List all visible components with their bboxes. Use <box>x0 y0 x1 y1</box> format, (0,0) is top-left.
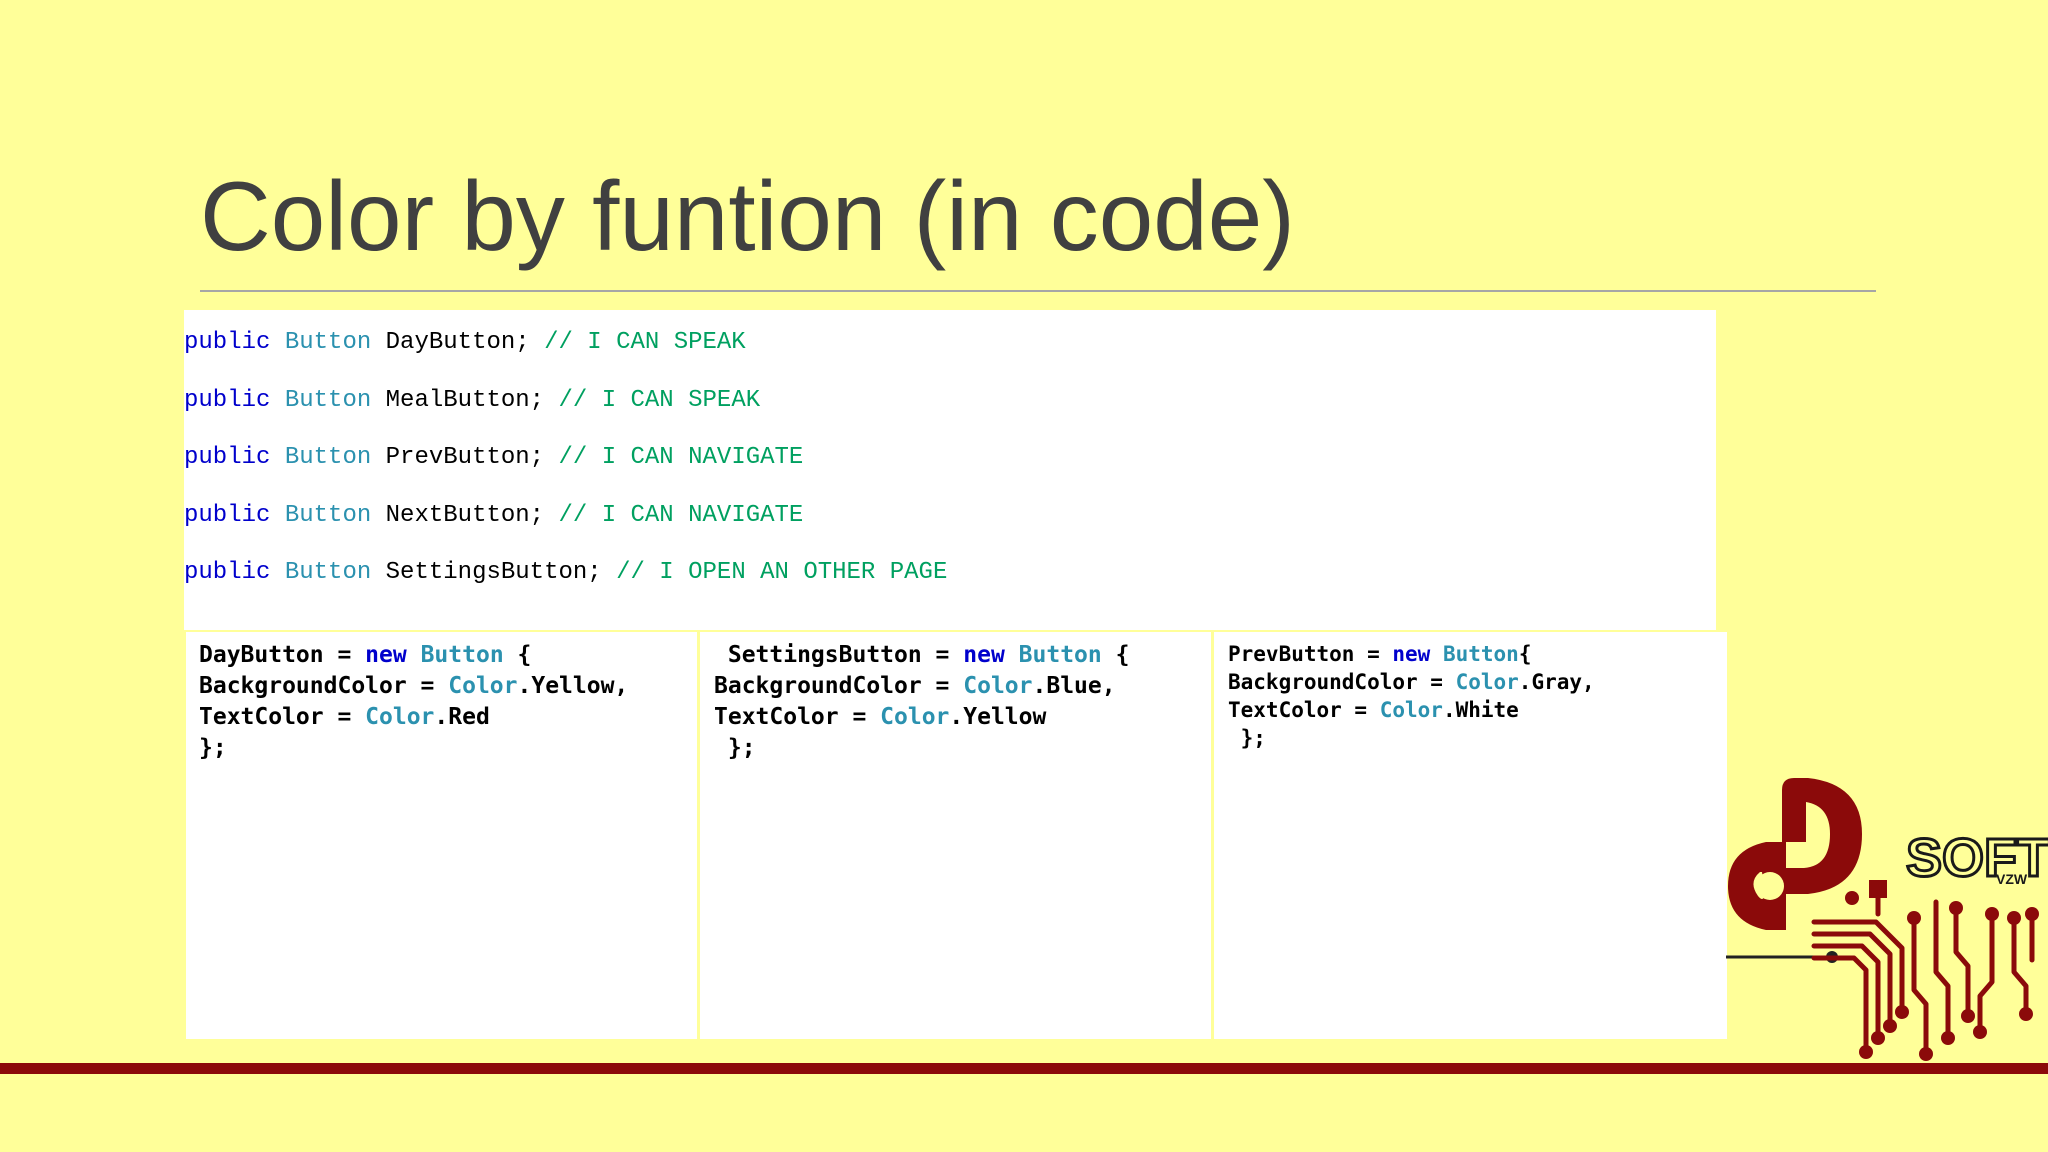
code-line: }; <box>199 735 227 761</box>
keyword: public <box>184 444 271 471</box>
keyword: new <box>365 642 407 668</box>
code-line: PrevButton = new Button{ <box>1228 640 1727 668</box>
code-line-next-button: public Button NextButton; // I CAN NAVIG… <box>184 487 1716 545</box>
code-text: TextColor = <box>714 704 881 730</box>
type-name: Color <box>448 673 518 699</box>
keyword: public <box>184 386 271 414</box>
code-comment: // I CAN SPEAK <box>544 329 746 356</box>
identifier: MealButton; <box>371 386 559 414</box>
code-text: .Gray, <box>1518 670 1595 694</box>
keyword: public <box>184 329 271 356</box>
slide-title: Color by funtion (in code) <box>200 161 1295 271</box>
keyword: public <box>184 501 271 529</box>
day-button-code-panel: DayButton = new Button { BackgroundColor… <box>186 632 697 1039</box>
code-line-prev-button: public Button PrevButton; // I CAN NAVIG… <box>184 429 1716 487</box>
dpsoft-logo: SOFT VZW <box>1726 778 2048 1061</box>
identifier: NextButton; <box>371 501 559 529</box>
code-line: BackgroundColor = Color.Blue, <box>714 671 1211 702</box>
code-text: { <box>503 642 532 668</box>
code-text: .Red <box>434 704 490 730</box>
code-line: }; <box>1228 726 1266 750</box>
code-text: .Yellow <box>949 704 1047 730</box>
identifier: DayButton; <box>371 329 545 356</box>
code-line: TextColor = Color.White <box>1228 696 1727 724</box>
code-text: TextColor = <box>199 704 366 730</box>
code-line-meal-button: public Button MealButton; // I CAN SPEAK <box>184 372 1716 430</box>
code-comment: // I CAN SPEAK <box>558 386 761 414</box>
footer-accent-bar <box>0 1063 2048 1074</box>
prev-button-code-panel: PrevButton = new Button{ BackgroundColor… <box>1214 632 1727 1039</box>
type-name: Button <box>1442 642 1519 666</box>
keyword: new <box>963 642 1005 668</box>
type-name: Color <box>880 704 950 730</box>
code-comment: // I OPEN AN OTHER PAGE <box>616 559 948 586</box>
type-name: Button <box>284 386 372 414</box>
code-text: PrevButton = <box>1228 642 1393 666</box>
code-line: }; <box>714 735 756 761</box>
code-line: TextColor = Color.Yellow <box>714 702 1211 733</box>
code-text: { <box>1101 642 1130 668</box>
keyword: new <box>1392 642 1431 666</box>
code-text: .White <box>1442 698 1519 722</box>
code-text: .Blue, <box>1032 673 1116 699</box>
code-text: SettingsButton = <box>714 642 964 668</box>
type-name: Button <box>284 329 372 356</box>
code-text: DayButton = <box>199 642 366 668</box>
code-line: BackgroundColor = Color.Yellow, <box>199 671 697 702</box>
code-line: TextColor = Color.Red <box>199 702 697 733</box>
code-comment: // I CAN NAVIGATE <box>558 444 804 471</box>
type-name: Button <box>284 501 372 529</box>
code-text: TextColor = <box>1228 698 1380 722</box>
code-text: BackgroundColor = <box>714 673 964 699</box>
type-name: Button <box>284 559 372 586</box>
type-name: Color <box>1379 698 1443 722</box>
declarations-code-block: public Button DayButton; // I CAN SPEAK … <box>184 310 1716 630</box>
type-name: Button <box>420 642 504 668</box>
code-line-day-button: public Button DayButton; // I CAN SPEAK <box>184 314 1716 372</box>
keyword: public <box>184 559 271 586</box>
identifier: SettingsButton; <box>371 559 617 586</box>
identifier: PrevButton; <box>371 444 559 471</box>
code-line: DayButton = new Button { <box>199 640 697 671</box>
type-name: Button <box>1018 642 1102 668</box>
settings-button-code-panel: SettingsButton = new Button { Background… <box>700 632 1211 1039</box>
code-line-settings-button: public Button SettingsButton; // I OPEN … <box>184 544 1716 602</box>
code-line: BackgroundColor = Color.Gray, <box>1228 668 1727 696</box>
logo-subtext: VZW <box>1996 871 2028 887</box>
code-text: BackgroundColor = <box>199 673 449 699</box>
type-name: Color <box>1455 670 1519 694</box>
type-name: Color <box>963 673 1033 699</box>
type-name: Button <box>284 444 372 471</box>
type-name: Color <box>365 704 435 730</box>
code-line: SettingsButton = new Button { <box>714 640 1211 671</box>
code-text: BackgroundColor = <box>1228 670 1456 694</box>
code-text: .Yellow, <box>517 673 629 699</box>
code-text: { <box>1518 642 1532 666</box>
title-divider <box>200 290 1876 292</box>
code-comment: // I CAN NAVIGATE <box>558 501 804 529</box>
